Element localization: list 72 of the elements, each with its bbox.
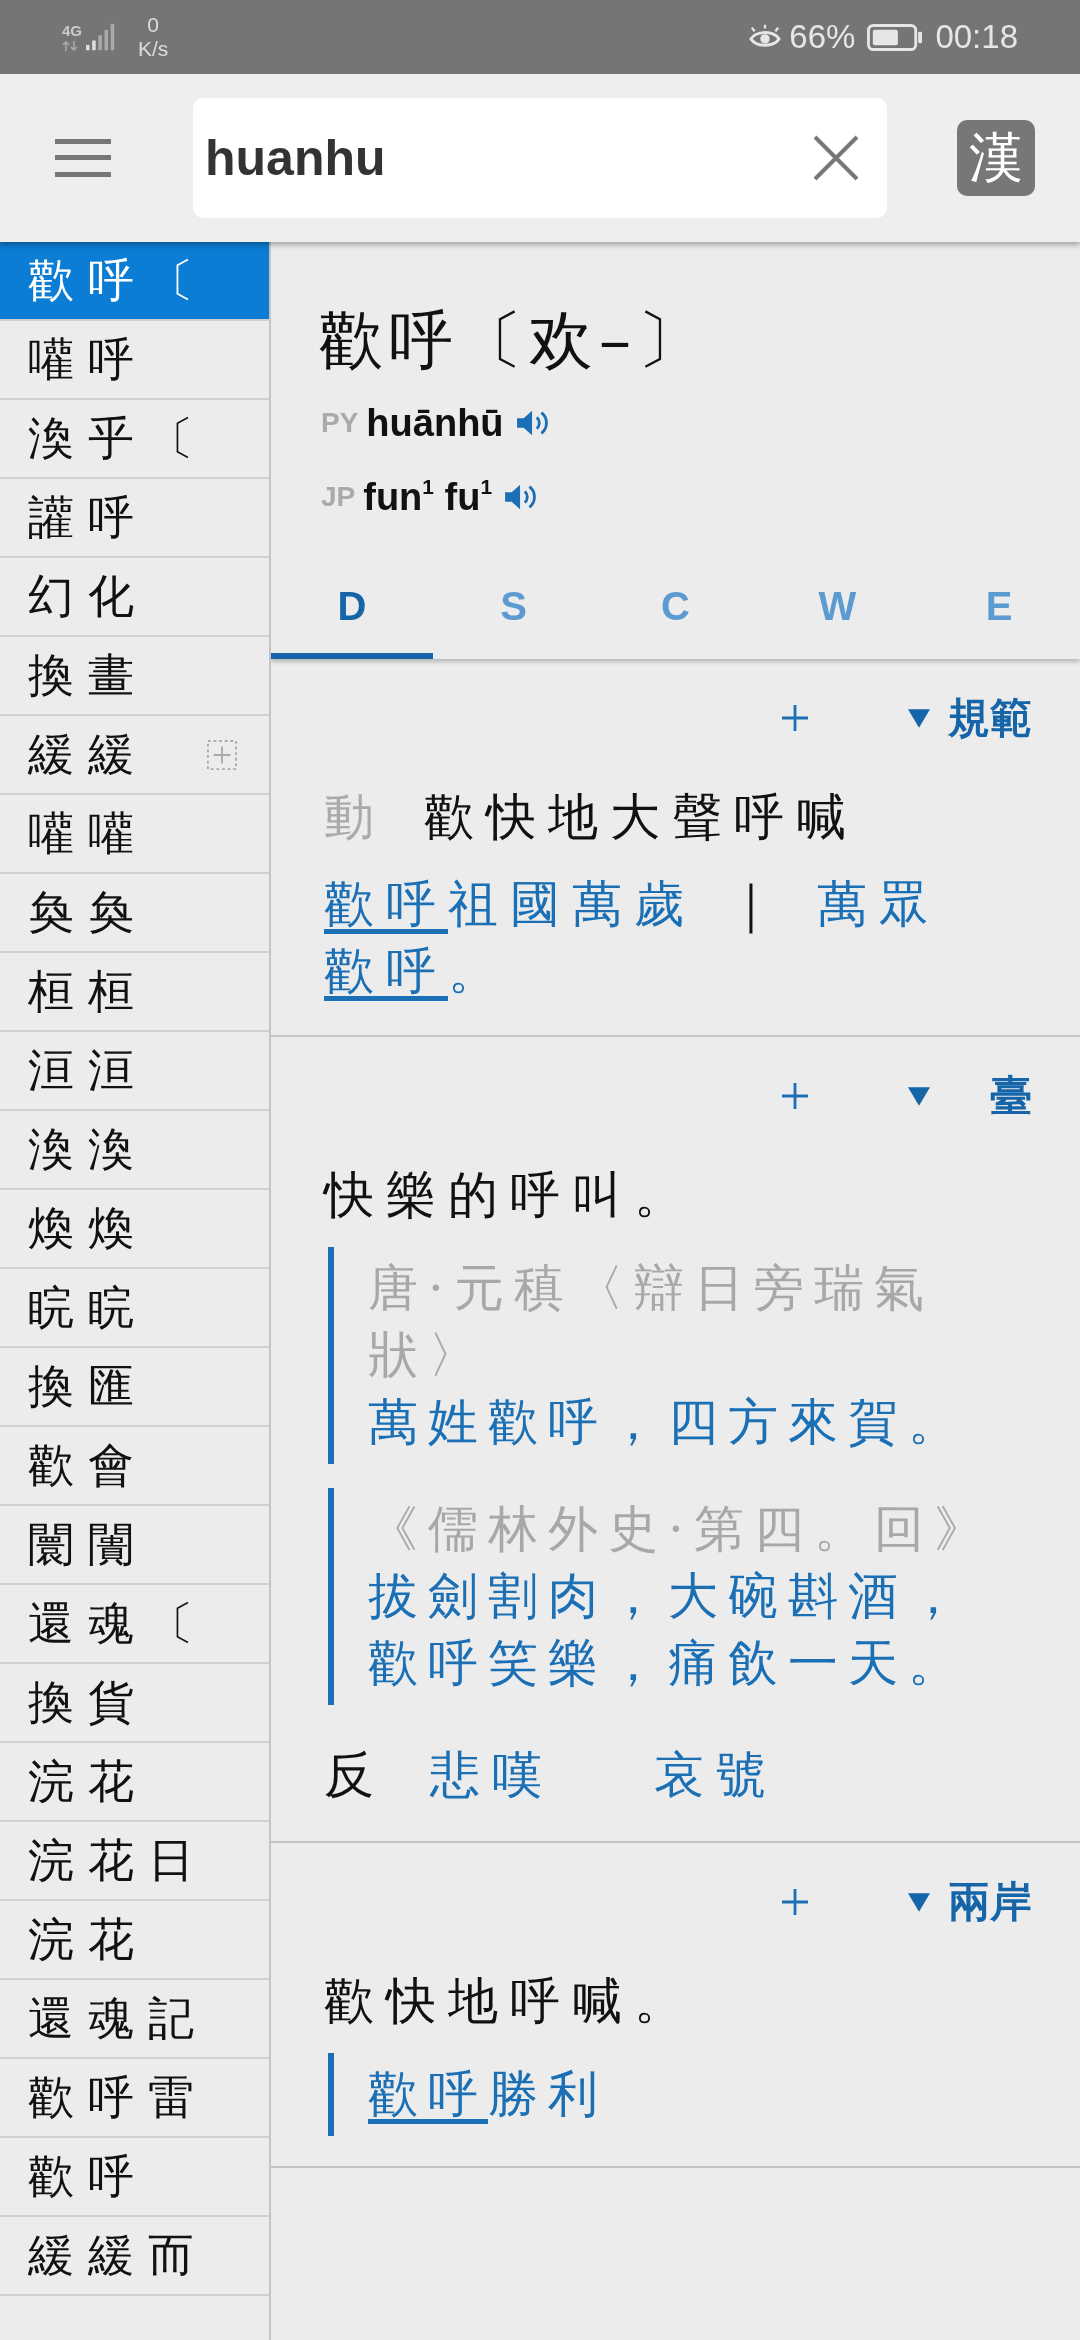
- signal-icon: [86, 23, 116, 51]
- speaker-icon[interactable]: [515, 408, 550, 438]
- word-list-item[interactable]: 歡呼: [0, 2138, 269, 2217]
- close-icon[interactable]: [813, 135, 859, 181]
- word-list-item[interactable]: 幻化: [0, 558, 269, 637]
- battery-percent: 66%: [789, 18, 856, 56]
- word-list-item[interactable]: 浣花日: [0, 1822, 269, 1901]
- quote-source: 唐·元稹〈辯日旁瑞氣狀〉: [368, 1258, 935, 1386]
- source-toggle[interactable]: 規範: [908, 690, 1032, 746]
- antonym-link[interactable]: 哀號: [654, 1739, 778, 1811]
- battery-icon: [867, 23, 924, 51]
- reading-label: JP: [321, 481, 356, 513]
- quote-text: 萬姓歡呼，四方來賀。: [368, 1392, 969, 1453]
- quote-text: 拔劍割肉，大碗斟酒，歡呼笑樂，痛飲一天。: [368, 1566, 969, 1694]
- reading-label: PY: [321, 407, 359, 439]
- word-list-item[interactable]: 還魂〔: [0, 1585, 269, 1664]
- word-list-item[interactable]: 歡會: [0, 1427, 269, 1506]
- quote-source: 《儒林外史·第四。回》: [368, 1499, 995, 1560]
- antonym-link[interactable]: 悲嘆: [430, 1739, 554, 1811]
- example-sentence: 歡呼 祖國萬歲 ｜ 萬眾 歡呼。: [324, 874, 942, 1002]
- quote-text: 歡呼 勝利: [368, 2064, 609, 2125]
- word-list-item[interactable]: 換匯: [0, 1348, 269, 1427]
- word-list-item[interactable]: 桓桓: [0, 953, 269, 1032]
- speaker-icon[interactable]: [504, 482, 538, 512]
- word-list-item[interactable]: 讙呼: [0, 479, 269, 558]
- word-list-item[interactable]: 渙渙: [0, 1111, 269, 1190]
- word-list-item[interactable]: 嚾呼: [0, 321, 269, 400]
- word-list-item[interactable]: 洹洹: [0, 1032, 269, 1111]
- plus-icon[interactable]: [782, 705, 808, 731]
- word-list-item[interactable]: 浣花: [0, 1743, 269, 1822]
- word-list-item[interactable]: 睆睆: [0, 1269, 269, 1348]
- word-list-item[interactable]: 煥煥: [0, 1190, 269, 1269]
- definition-text: 歡快地呼喊。: [324, 1971, 696, 2032]
- word-list-item[interactable]: 還魂記: [0, 1980, 269, 2059]
- word-link[interactable]: 歡呼: [368, 2065, 488, 2123]
- script-button[interactable]: 漢: [957, 120, 1035, 196]
- word-list-item[interactable]: 歡呼雷: [0, 2059, 269, 2138]
- eye-icon: [749, 24, 782, 50]
- speed-unit: K/s: [138, 37, 169, 61]
- clock: 00:18: [935, 18, 1018, 56]
- word-list-item[interactable]: 歡呼〔: [0, 242, 269, 321]
- word-list-item[interactable]: 換貨: [0, 1664, 269, 1743]
- source-toggle[interactable]: 臺: [908, 1068, 1032, 1124]
- tab[interactable]: D: [271, 560, 433, 659]
- reading-text: huānhū: [366, 401, 504, 445]
- caret-icon: [908, 1892, 930, 1912]
- caret-icon: [908, 1086, 930, 1106]
- source-toggle[interactable]: 兩岸: [908, 1874, 1032, 1930]
- word-list-item[interactable]: 換畫: [0, 637, 269, 716]
- part-of-speech: 動: [324, 787, 386, 848]
- word-list-item[interactable]: 緩緩: [0, 716, 269, 795]
- word-link[interactable]: 歡呼: [324, 875, 448, 933]
- word-list-item[interactable]: 渙乎〔: [0, 400, 269, 479]
- word-link[interactable]: 歡呼: [324, 942, 448, 1000]
- data-arrows-icon: [62, 41, 78, 51]
- plus-icon[interactable]: [782, 1083, 808, 1109]
- word-list-item[interactable]: 闤闠: [0, 1506, 269, 1585]
- network-label: 4G: [62, 23, 82, 39]
- headword: 歡呼〔欢–〕: [318, 302, 708, 379]
- word-list-item[interactable]: 緩緩而: [0, 2217, 269, 2296]
- word-list-item[interactable]: 浣花: [0, 1901, 269, 1980]
- definition-text: 歡快地大聲呼喊: [424, 787, 858, 848]
- menu-icon[interactable]: [55, 139, 111, 177]
- antonym-label: 反: [324, 1745, 386, 1806]
- plus-icon[interactable]: [782, 1889, 808, 1915]
- word-list-item[interactable]: 奐奐: [0, 874, 269, 953]
- speed-value: 0: [147, 13, 160, 37]
- definition-text: 快樂的呼叫。: [324, 1165, 696, 1226]
- caret-icon: [908, 708, 930, 728]
- search-field[interactable]: huanhu: [193, 98, 887, 218]
- word-list-item[interactable]: 嚾嚾: [0, 795, 269, 874]
- reading-text: fun$^{1}$ fu$^{1}$: [363, 475, 492, 519]
